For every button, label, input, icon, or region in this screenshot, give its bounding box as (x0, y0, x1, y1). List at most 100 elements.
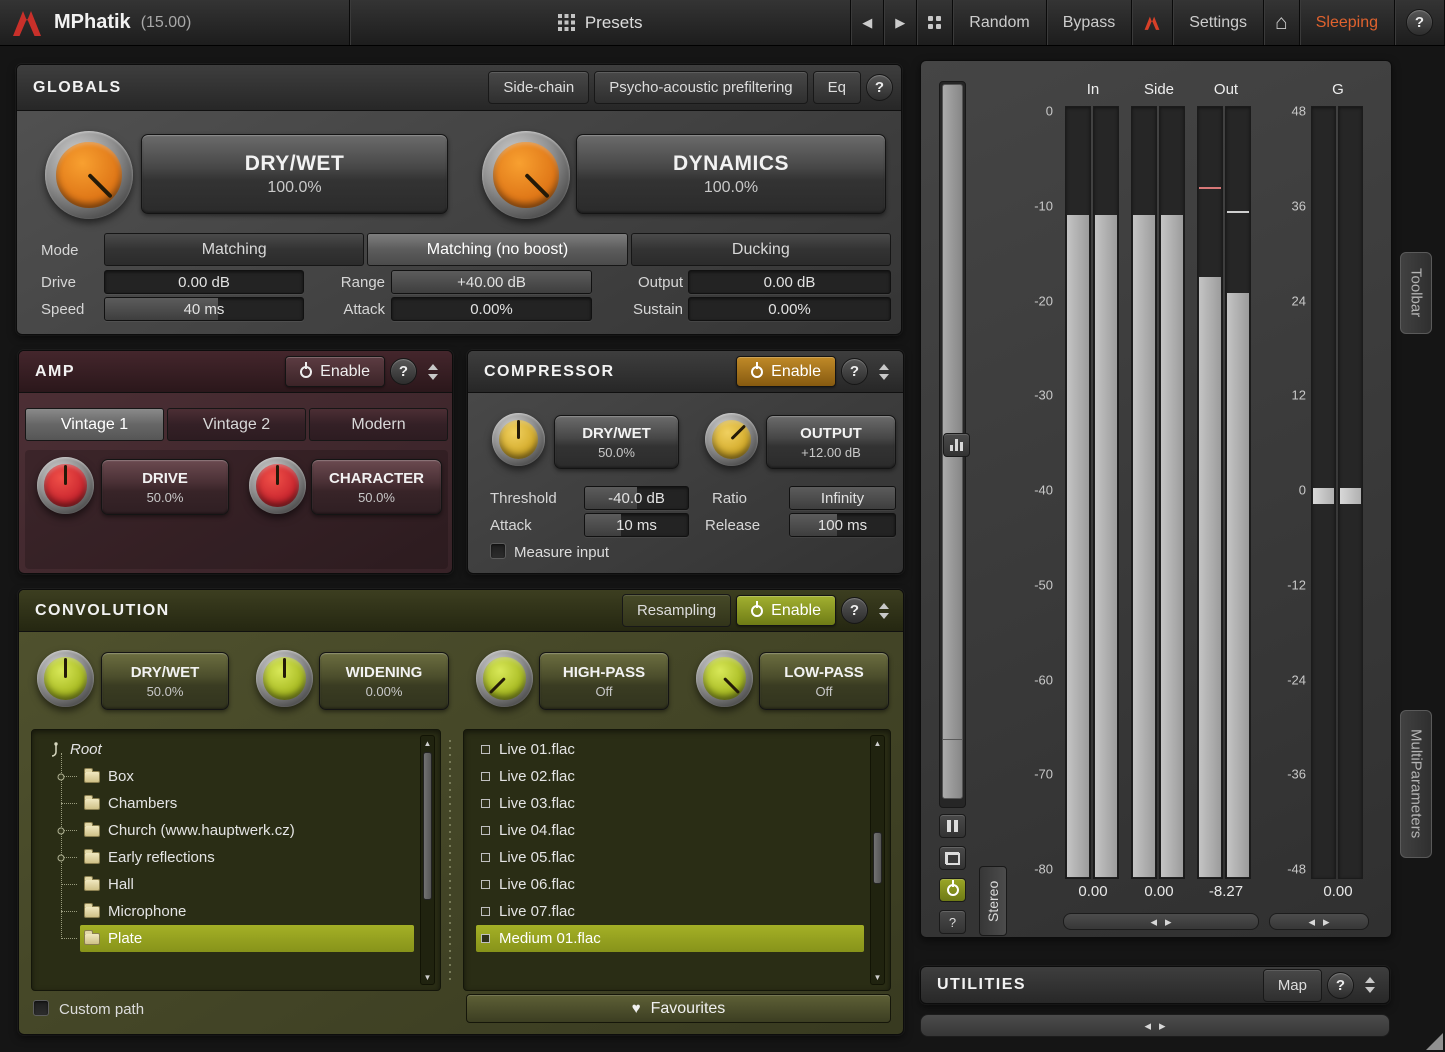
pan-left-icon[interactable]: ◂ (1150, 914, 1157, 930)
attack-field[interactable]: 0.00% (391, 297, 592, 321)
compressor-drywet-knob[interactable] (492, 413, 545, 466)
convolution-collapse-button[interactable] (873, 597, 895, 625)
tree-item-hall[interactable]: Hall (32, 871, 440, 898)
global-drywet-value-button[interactable]: DRY/WET 100.0% (141, 134, 448, 214)
compressor-enable-button[interactable]: Enable (736, 356, 836, 387)
amp-drive-knob[interactable] (37, 457, 94, 514)
file-item[interactable]: Live 03.flac (476, 790, 864, 817)
resize-grip[interactable] (1426, 1033, 1443, 1050)
settings-button[interactable]: Settings (1173, 0, 1265, 45)
meter-help-button[interactable]: ? (939, 910, 966, 934)
mode-option-matching[interactable]: Matching (104, 233, 365, 266)
file-item[interactable]: Live 04.flac (476, 817, 864, 844)
eq-button[interactable]: Eq (812, 71, 861, 104)
tree-item-early-reflections[interactable]: Early reflections (32, 844, 440, 871)
release-field[interactable]: 100 ms (789, 513, 896, 537)
meter-enable-button[interactable] (939, 878, 966, 902)
file-item[interactable]: Live 07.flac (476, 898, 864, 925)
measure-input-checkbox[interactable] (490, 543, 506, 559)
channel-mode-button[interactable]: Stereo (979, 866, 1007, 936)
tab-modern[interactable]: Modern (309, 408, 448, 441)
meter-popup-button[interactable] (939, 846, 966, 870)
tab-vintage2[interactable]: Vintage 2 (167, 408, 306, 441)
random-button[interactable]: Random (953, 0, 1047, 45)
widening-value-button[interactable]: WIDENING 0.00% (319, 652, 449, 710)
utilities-help-button[interactable]: ? (1327, 971, 1354, 999)
presets-button[interactable]: Presets (350, 0, 852, 45)
expander-icon[interactable] (57, 854, 65, 861)
splitter-handle[interactable] (445, 740, 455, 980)
utilities-collapse-button[interactable] (1359, 971, 1381, 999)
compressor-output-value-button[interactable]: OUTPUT +12.00 dB (766, 415, 896, 469)
pan-right-icon[interactable]: ▸ (1159, 1018, 1166, 1034)
dynamics-knob[interactable] (482, 131, 570, 219)
toolbar-tab[interactable]: Toolbar (1400, 252, 1432, 334)
file-item[interactable]: Live 06.flac (476, 871, 864, 898)
amp-collapse-button[interactable] (422, 358, 444, 386)
scroll-up-icon[interactable]: ▲ (871, 736, 884, 750)
scroll-down-icon[interactable]: ▼ (421, 970, 434, 984)
tree-item-box[interactable]: Box (32, 763, 440, 790)
tree-scrollbar[interactable]: ▲ ▼ (420, 735, 435, 985)
tree-item-microphone[interactable]: Microphone (32, 898, 440, 925)
lowpass-knob[interactable] (696, 650, 753, 707)
sustain-field[interactable]: 0.00% (688, 297, 891, 321)
multiparameters-tab[interactable]: MultiParameters (1400, 710, 1432, 858)
scroll-up-icon[interactable]: ▲ (421, 736, 434, 750)
amp-character-knob[interactable] (249, 457, 306, 514)
highpass-value-button[interactable]: HIGH-PASS Off (539, 652, 669, 710)
ratio-field[interactable]: Infinity (789, 486, 896, 510)
drive-field[interactable]: 0.00 dB (104, 270, 304, 294)
file-item[interactable]: Live 01.flac (476, 736, 864, 763)
expander-icon[interactable] (57, 827, 65, 834)
expander-icon[interactable] (57, 773, 65, 780)
amp-enable-button[interactable]: Enable (285, 356, 385, 387)
range-field[interactable]: +40.00 dB (391, 270, 592, 294)
file-item[interactable]: Live 05.flac (476, 844, 864, 871)
meter-pan-scrollbar[interactable]: ◂ ▸ (1063, 913, 1259, 930)
favourites-button[interactable]: ♥ Favourites (466, 994, 891, 1023)
convolution-enable-button[interactable]: Enable (736, 595, 836, 626)
speed-field[interactable]: 40 ms (104, 297, 304, 321)
scroll-down-icon[interactable]: ▼ (871, 970, 884, 984)
convolution-help-button[interactable]: ? (840, 597, 868, 624)
random-seed-button[interactable] (917, 0, 954, 45)
conv-drywet-knob[interactable] (37, 650, 94, 707)
psychoacoustic-button[interactable]: Psycho-acoustic prefiltering (594, 71, 808, 104)
threshold-field[interactable]: -40.0 dB (584, 486, 689, 510)
tab-vintage1[interactable]: Vintage 1 (25, 408, 164, 441)
compressor-output-knob[interactable] (705, 413, 758, 466)
amp-help-button[interactable]: ? (389, 358, 417, 385)
global-drywet-knob[interactable] (45, 131, 133, 219)
pan-left-icon[interactable]: ◂ (1144, 1018, 1151, 1034)
previous-preset-button[interactable]: ◀ (851, 0, 885, 45)
compressor-help-button[interactable]: ? (841, 358, 868, 385)
tree-item-chambers[interactable]: Chambers (32, 790, 440, 817)
tree-item-root[interactable]: Root (32, 736, 440, 763)
pan-left-icon[interactable]: ◂ (1308, 914, 1315, 930)
mode-option-matching-no-boost[interactable]: Matching (no boost) (367, 233, 628, 266)
tree-item-plate[interactable]: Plate (32, 925, 440, 952)
pan-right-icon[interactable]: ▸ (1165, 914, 1172, 930)
compressor-collapse-button[interactable] (873, 358, 895, 386)
mode-option-ducking[interactable]: Ducking (630, 233, 891, 266)
file-item-selected[interactable]: Medium 01.flac (476, 925, 864, 952)
meter-pause-button[interactable] (939, 814, 966, 838)
resampling-button[interactable]: Resampling (621, 594, 732, 627)
alert-button[interactable] (1132, 0, 1174, 45)
output-field[interactable]: 0.00 dB (688, 270, 891, 294)
home-button[interactable]: ⌂ (1264, 0, 1300, 45)
gain-pan-scrollbar[interactable]: ◂ ▸ (1269, 913, 1369, 930)
comp-attack-field[interactable]: 10 ms (584, 513, 689, 537)
highpass-knob[interactable] (476, 650, 533, 707)
next-preset-button[interactable]: ▶ (884, 0, 918, 45)
tree-item-church[interactable]: Church (www.hauptwerk.cz) (32, 817, 440, 844)
custom-path-checkbox[interactable] (33, 1000, 49, 1016)
sleeping-button[interactable]: Sleeping (1300, 0, 1395, 45)
file-scroll-thumb[interactable] (873, 832, 882, 884)
bypass-button[interactable]: Bypass (1047, 0, 1133, 45)
map-button[interactable]: Map (1262, 968, 1322, 1002)
sidechain-button[interactable]: Side-chain (488, 71, 590, 104)
compressor-drywet-value-button[interactable]: DRY/WET 50.0% (554, 415, 679, 469)
amp-drive-value-button[interactable]: DRIVE 50.0% (101, 459, 229, 515)
